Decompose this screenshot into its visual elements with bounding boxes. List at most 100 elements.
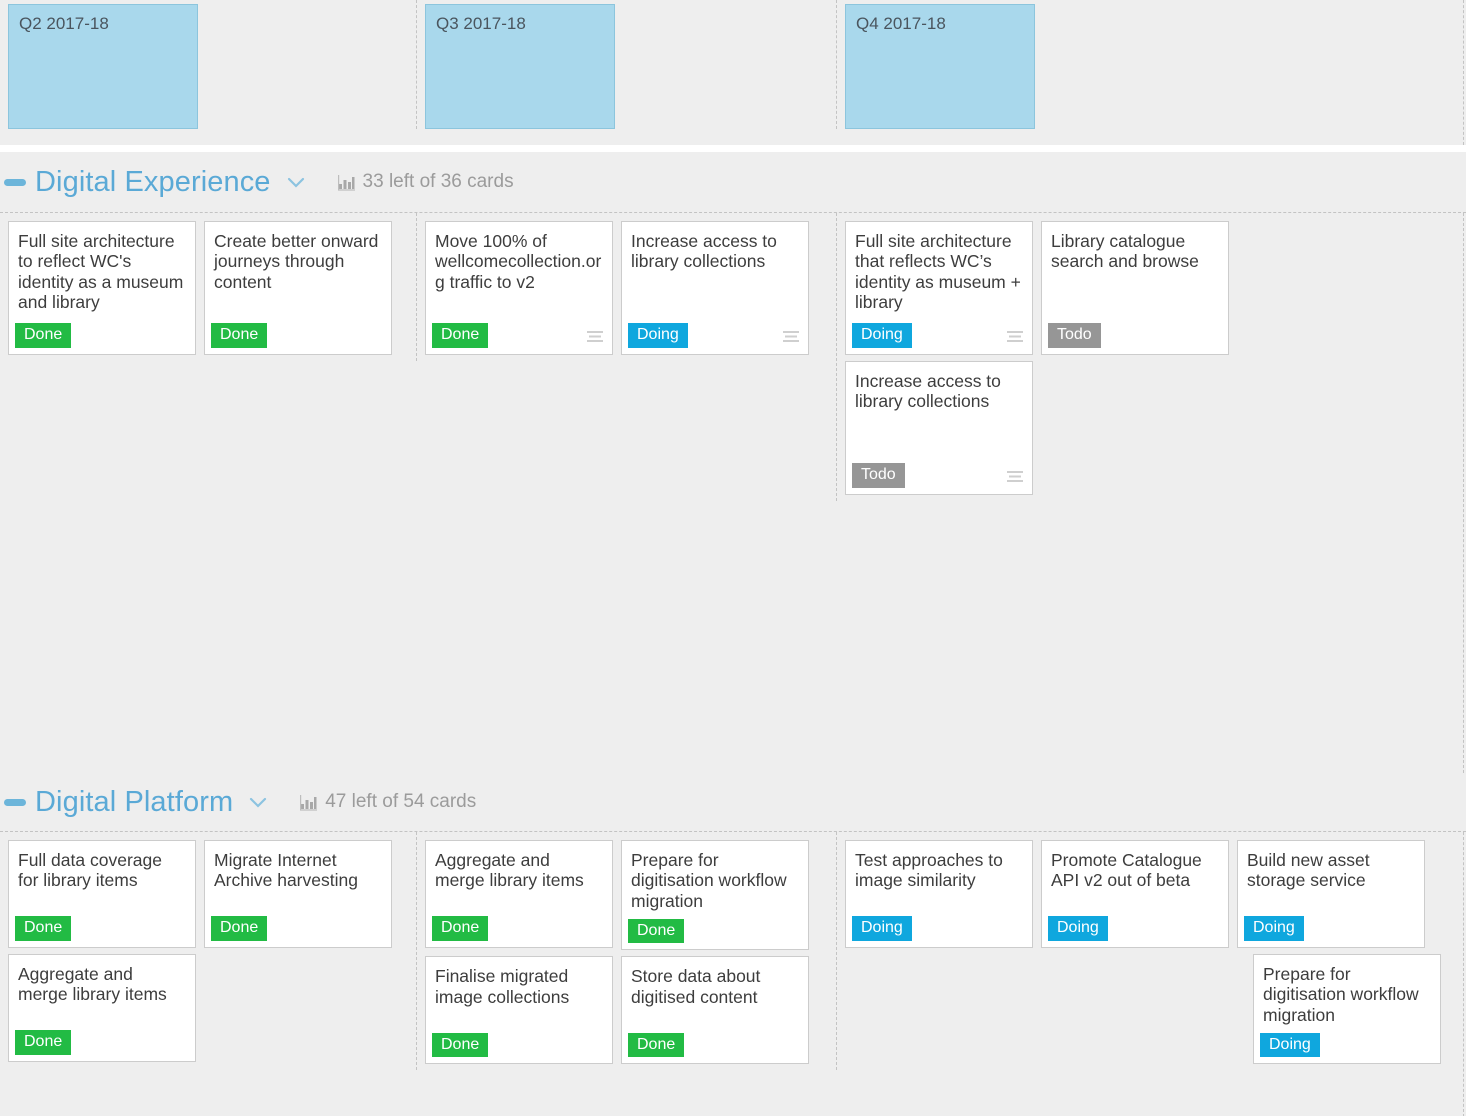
bar-chart-icon — [337, 173, 356, 192]
card-title: Promote Catalogue API v2 out of beta — [1051, 850, 1202, 891]
task-card[interactable]: Store data about digitised content Done — [621, 956, 809, 1065]
status-badge[interactable]: Doing — [1244, 916, 1304, 941]
task-card[interactable]: Aggregate and merge library items Done — [425, 840, 613, 948]
status-badge[interactable]: Done — [432, 1032, 489, 1058]
card-footer: Done — [432, 909, 612, 947]
status-badge[interactable]: Done — [432, 323, 489, 348]
lane-de-column-q3: Move 100% of wellcomecollection.org traf… — [416, 213, 836, 361]
card-title: Store data about digitised content — [631, 966, 761, 1007]
card-footer: Done — [211, 909, 391, 947]
minus-icon[interactable] — [4, 178, 26, 186]
swimlane-digital-platform: Digital Platform 47 left of 54 cards Ful… — [0, 773, 1466, 1116]
task-card[interactable]: Prepare for digitisation workflow migrat… — [1253, 954, 1441, 1065]
swimlane-title: Digital Experience — [35, 165, 271, 198]
description-icon — [1006, 470, 1024, 484]
task-card[interactable]: Create better onward journeys through co… — [204, 221, 392, 355]
task-card[interactable]: Migrate Internet Archive harvesting Done — [204, 840, 392, 948]
card-footer: Todo — [852, 456, 1032, 494]
task-card[interactable]: Promote Catalogue API v2 out of beta Doi… — [1041, 840, 1229, 948]
roadmap-board: Q2 2017-18 Q3 2017-18 Q4 2017-18 Digital… — [0, 0, 1466, 1116]
card-footer: Done — [211, 316, 391, 354]
swimlane-card-count: 47 left of 54 cards — [299, 791, 476, 813]
card-title: Aggregate and merge library items — [18, 964, 167, 1005]
card-title: Full site architecture to reflect WC's i… — [18, 231, 184, 313]
status-badge[interactable]: Doing — [1260, 1032, 1320, 1058]
status-badge[interactable]: Todo — [1048, 323, 1101, 348]
card-footer: Doing — [852, 316, 1032, 354]
task-card[interactable]: Test approaches to image similarity Doin… — [845, 840, 1033, 948]
card-title: Create better onward journeys through co… — [214, 231, 379, 292]
lane-dp-column-q4: Test approaches to image similarity Doin… — [836, 832, 1466, 1071]
task-card[interactable]: Full site architecture that reflects WC’… — [845, 221, 1033, 355]
card-title: Build new asset storage service — [1247, 850, 1370, 891]
card-title: Finalise migrated image collections — [435, 966, 570, 1007]
card-footer: Done — [628, 1025, 808, 1063]
bar-chart-icon — [299, 793, 318, 812]
status-badge[interactable]: Done — [432, 916, 489, 941]
card-footer: Done — [15, 316, 195, 354]
task-card[interactable]: Prepare for digitisation workflow migrat… — [621, 840, 809, 951]
quarter-card-q2[interactable]: Q2 2017-18 — [8, 4, 198, 129]
lane-dp-column-q3: Aggregate and merge library items Done P… — [416, 832, 836, 1071]
status-badge[interactable]: Doing — [628, 323, 688, 348]
status-badge[interactable]: Doing — [1048, 916, 1108, 941]
swimlane-header-digital-platform[interactable]: Digital Platform 47 left of 54 cards — [0, 773, 1466, 831]
card-footer: Done — [15, 1023, 195, 1061]
timeline-swimlane: Q2 2017-18 Q3 2017-18 Q4 2017-18 — [0, 0, 1466, 145]
swimlane-divider-1 — [0, 145, 1466, 152]
card-footer: Doing — [1260, 1025, 1440, 1063]
lane-dp-column-q2: Full data coverage for library items Don… — [0, 832, 416, 1068]
card-title: Migrate Internet Archive harvesting — [214, 850, 358, 891]
description-icon — [1006, 330, 1024, 344]
quarter-card-q4[interactable]: Q4 2017-18 — [845, 4, 1035, 129]
card-footer: Doing — [852, 909, 1032, 947]
timeline-columns: Q2 2017-18 Q3 2017-18 Q4 2017-18 — [0, 0, 1466, 145]
swimlane-card-count: 33 left of 36 cards — [337, 171, 514, 193]
status-badge[interactable]: Done — [628, 918, 685, 944]
task-card[interactable]: Increase access to library collections D… — [621, 221, 809, 355]
status-badge[interactable]: Doing — [852, 916, 912, 941]
card-title: Full data coverage for library items — [18, 850, 162, 891]
status-badge[interactable]: Done — [15, 323, 72, 348]
swimlane-digital-experience: Digital Experience 33 left of 36 cards F… — [0, 152, 1466, 773]
task-card[interactable]: Finalise migrated image collections Done — [425, 956, 613, 1065]
status-badge[interactable]: Todo — [852, 463, 905, 488]
chevron-down-icon[interactable] — [283, 169, 309, 195]
status-badge[interactable]: Doing — [852, 323, 912, 348]
card-footer: Doing — [1048, 909, 1228, 947]
card-title: Library catalogue search and browse — [1051, 231, 1199, 272]
card-title: Aggregate and merge library items — [435, 850, 584, 891]
card-title: Increase access to library collections — [631, 231, 777, 272]
status-badge[interactable]: Done — [15, 1030, 72, 1055]
quarter-card-q3[interactable]: Q3 2017-18 — [425, 4, 615, 129]
board-right-edge — [1463, 0, 1464, 145]
timeline-column-q2: Q2 2017-18 — [0, 0, 416, 129]
swimlane-count-label: 33 left of 36 cards — [362, 171, 514, 192]
status-badge[interactable]: Done — [15, 916, 72, 941]
board-right-edge — [1463, 213, 1464, 773]
task-card[interactable]: Full site architecture to reflect WC's i… — [8, 221, 196, 355]
task-card[interactable]: Aggregate and merge library items Done — [8, 954, 196, 1062]
card-footer: Doing — [1244, 909, 1424, 947]
card-footer: Done — [432, 1025, 612, 1063]
status-badge[interactable]: Done — [211, 916, 268, 941]
lane-de-column-q2: Full site architecture to reflect WC's i… — [0, 213, 416, 361]
task-card[interactable]: Move 100% of wellcomecollection.org traf… — [425, 221, 613, 355]
swimlane-header-digital-experience[interactable]: Digital Experience 33 left of 36 cards — [0, 152, 1466, 212]
status-badge[interactable]: Done — [628, 1032, 685, 1058]
task-card[interactable]: Increase access to library collections T… — [845, 361, 1033, 495]
card-footer: Todo — [1048, 316, 1228, 354]
card-title: Full site architecture that reflects WC’… — [855, 231, 1021, 313]
minus-icon[interactable] — [4, 798, 26, 806]
card-title: Prepare for digitisation workflow migrat… — [1263, 964, 1419, 1025]
chevron-down-icon[interactable] — [245, 789, 271, 815]
swimlane-columns-digital-experience: Full site architecture to reflect WC's i… — [0, 212, 1466, 773]
status-badge[interactable]: Done — [211, 323, 268, 348]
timeline-column-q4: Q4 2017-18 — [836, 0, 1466, 129]
task-card[interactable]: Build new asset storage service Doing — [1237, 840, 1425, 948]
task-card[interactable]: Library catalogue search and browse Todo — [1041, 221, 1229, 355]
card-footer: Done — [628, 911, 808, 949]
task-card[interactable]: Full data coverage for library items Don… — [8, 840, 196, 948]
lane-de-column-q4: Full site architecture that reflects WC’… — [836, 213, 1466, 501]
card-title: Test approaches to image similarity — [855, 850, 1003, 891]
